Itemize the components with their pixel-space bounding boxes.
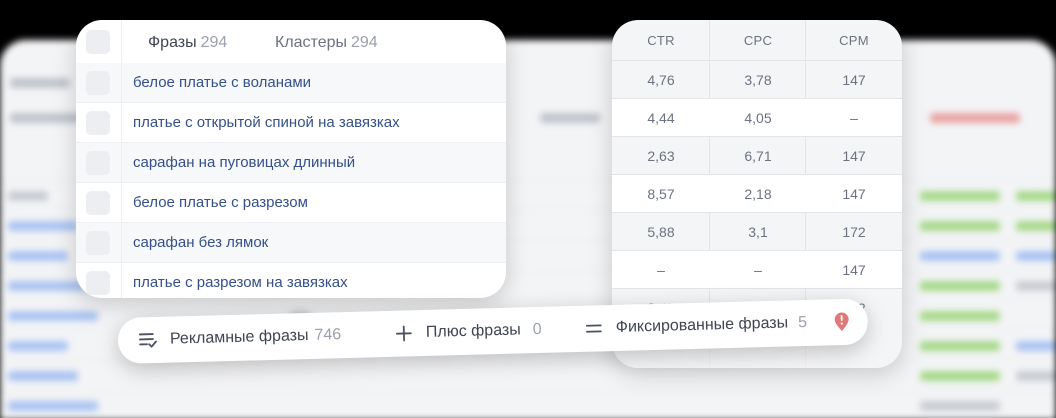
- row-checkbox[interactable]: [86, 271, 110, 295]
- plus-phrases-label: Плюс фразы: [425, 321, 521, 341]
- phrase-row[interactable]: белое платье с разрезом: [76, 183, 506, 223]
- cpm-value: –: [850, 110, 858, 126]
- cpm-value: 172: [842, 224, 866, 240]
- metrics-row: 5,88 3,1 172: [612, 212, 902, 250]
- phrase-text[interactable]: белое платье с разрезом: [133, 183, 308, 223]
- row-checkbox[interactable]: [86, 231, 110, 255]
- ad-phrases-count: 746: [314, 326, 342, 344]
- equals-icon: [585, 305, 602, 351]
- phrases-card: Фразы 294 Кластеры 294 белое платье с вола…: [76, 20, 506, 298]
- ctr-value: 4,44: [647, 110, 675, 126]
- cpc-value: 2,18: [744, 186, 772, 202]
- row-checkbox[interactable]: [86, 151, 110, 175]
- ctr-value: 4,76: [647, 72, 675, 88]
- tab-phrases[interactable]: Фразы 294: [131, 20, 244, 65]
- metrics-row: 2,63 6,71 147: [612, 136, 902, 174]
- metrics-row: 4,44 4,05 –: [612, 98, 902, 136]
- row-checkbox[interactable]: [86, 71, 110, 95]
- phrase-text[interactable]: сарафан без лямок: [133, 223, 268, 263]
- fixed-phrases-label: Фиксированные фразы: [615, 314, 789, 336]
- cpm-value: 147: [842, 186, 866, 202]
- select-all-checkbox[interactable]: [86, 30, 110, 54]
- plus-phrases-count: 0: [532, 320, 542, 339]
- ctr-value: 5,88: [647, 224, 675, 240]
- phrase-row[interactable]: платье с открытой спиной на завязках: [76, 103, 506, 143]
- ctr-value: 8,57: [647, 186, 675, 202]
- phrases-tabs-header: Фразы 294 Кластеры 294: [76, 20, 506, 65]
- phrase-text[interactable]: платье с открытой спиной на завязках: [133, 103, 400, 143]
- metrics-header: CTR CPC CPM: [612, 20, 902, 60]
- ad-phrases-label: Рекламные фразы: [169, 327, 309, 348]
- phrase-text[interactable]: платье с разрезом на завязках: [133, 263, 348, 298]
- tab-clusters-count: 294: [351, 34, 378, 51]
- cpc-value: 3,78: [744, 72, 772, 88]
- ad-phrases-tab[interactable]: Рекламные фразы 746: [169, 312, 342, 362]
- list-settings-icon: [137, 317, 158, 364]
- metrics-row: – – 147: [612, 250, 902, 288]
- cpc-value: –: [754, 262, 762, 278]
- cpc-value: 4,05: [744, 110, 772, 126]
- phrase-row[interactable]: сарафан на пуговицах длинный: [76, 143, 506, 183]
- pin-alert-icon: [833, 312, 850, 332]
- phrase-row[interactable]: сарафан без лямок: [76, 223, 506, 263]
- cpc-value: 6,71: [744, 148, 772, 164]
- phrase-text[interactable]: белое платье с воланами: [133, 63, 311, 103]
- tab-clusters[interactable]: Кластеры 294: [275, 20, 378, 64]
- cpc-header[interactable]: CPC: [710, 20, 806, 62]
- ctr-value: 2,63: [647, 148, 675, 164]
- cpm-value: 147: [842, 148, 866, 164]
- phrase-text[interactable]: сарафан на пуговицах длинный: [133, 143, 355, 183]
- row-checkbox[interactable]: [86, 111, 110, 135]
- phrase-row[interactable]: белое платье с воланами: [76, 63, 506, 103]
- cpc-value: 3,1: [748, 224, 768, 240]
- metrics-row: 4,76 3,78 147: [612, 60, 902, 98]
- plus-icon: [395, 310, 412, 356]
- select-all-cell: [76, 20, 122, 63]
- metrics-row: 8,57 2,18 147: [612, 174, 902, 212]
- cpm-value: 147: [842, 262, 866, 278]
- tab-phrases-count: 294: [200, 34, 228, 51]
- cpm-header[interactable]: CPM: [806, 20, 902, 62]
- row-checkbox[interactable]: [86, 191, 110, 215]
- fixed-phrases-tab[interactable]: Фиксированные фразы 5: [615, 300, 808, 351]
- ctr-value: –: [657, 262, 665, 278]
- tab-phrases-label: Фразы: [148, 34, 197, 51]
- tab-clusters-label: Кластеры: [275, 34, 347, 51]
- ctr-header[interactable]: CTR: [612, 20, 710, 62]
- cpm-value: 147: [842, 72, 866, 88]
- plus-phrases-tab[interactable]: Плюс фразы 0: [425, 307, 542, 356]
- fixed-phrases-count: 5: [797, 313, 808, 332]
- phrase-row[interactable]: платье с разрезом на завязках: [76, 263, 506, 298]
